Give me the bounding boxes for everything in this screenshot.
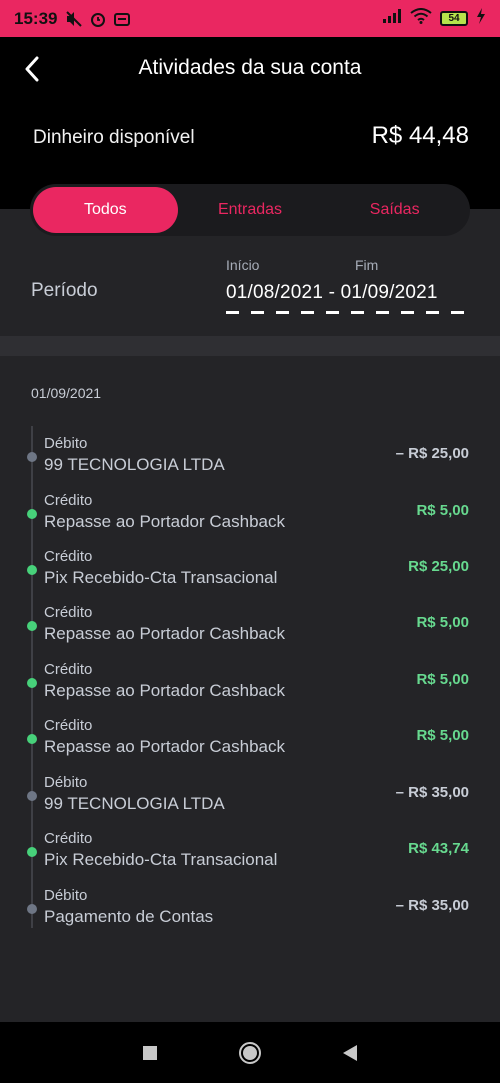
app-screen: 15:39 54 Atividades da sua conta Dinheir…: [0, 0, 500, 1083]
page-title: Atividades da sua conta: [138, 56, 362, 79]
credit-dot-icon: [27, 678, 37, 688]
credit-dot-icon: [27, 734, 37, 744]
alarm-icon: [89, 10, 107, 28]
period-label: Período: [31, 280, 98, 301]
transaction-item[interactable]: Crédito Repasse ao Portador Cashback R$ …: [0, 661, 500, 717]
transaction-amount: R$ 43,74: [408, 840, 469, 857]
transaction-type: Crédito: [44, 604, 93, 621]
transaction-item[interactable]: Crédito Repasse ao Portador Cashback R$ …: [0, 717, 500, 773]
transaction-type: Débito: [44, 435, 88, 452]
wifi-icon: [410, 8, 432, 29]
date-range-underline: [226, 311, 468, 314]
transaction-item[interactable]: Débito 99 TECNOLOGIA LTDA – R$ 35,00: [0, 774, 500, 830]
credit-dot-icon: [27, 565, 37, 575]
notification-icon: [113, 10, 131, 28]
end-date-label: Fim: [355, 257, 379, 273]
transaction-item[interactable]: Crédito Repasse ao Portador Cashback R$ …: [0, 492, 500, 548]
transaction-description: 99 TECNOLOGIA LTDA: [44, 794, 225, 813]
transaction-item[interactable]: Crédito Repasse ao Portador Cashback R$ …: [0, 604, 500, 660]
transaction-amount: R$ 5,00: [416, 671, 469, 688]
transaction-type: Crédito: [44, 548, 93, 565]
start-date-label: Início: [226, 257, 260, 273]
back-nav-button[interactable]: [335, 1038, 365, 1068]
transaction-type: Crédito: [44, 830, 93, 847]
divider: [0, 336, 500, 356]
status-bar: 15:39 54: [0, 0, 500, 37]
transaction-type: Débito: [44, 887, 88, 904]
debit-dot-icon: [27, 791, 37, 801]
transaction-type: Crédito: [44, 717, 93, 734]
tab-todos[interactable]: Todos: [33, 187, 178, 233]
transaction-type: Crédito: [44, 492, 93, 509]
day-header: 01/09/2021: [31, 385, 102, 401]
balance-value: R$ 44,48: [371, 122, 469, 149]
transaction-description: Pix Recebido-Cta Transacional: [44, 568, 278, 587]
debit-dot-icon: [27, 904, 37, 914]
transaction-item[interactable]: Crédito Pix Recebido-Cta Transacional R$…: [0, 548, 500, 604]
transaction-amount: R$ 5,00: [416, 727, 469, 744]
transaction-description: Repasse ao Portador Cashback: [44, 512, 285, 531]
transaction-type: Crédito: [44, 661, 93, 678]
home-button[interactable]: [235, 1038, 265, 1068]
transaction-description: 99 TECNOLOGIA LTDA: [44, 455, 225, 474]
credit-dot-icon: [27, 509, 37, 519]
home-icon: [239, 1041, 261, 1064]
transaction-description: Pagamento de Contas: [44, 907, 214, 926]
transaction-amount: – R$ 35,00: [395, 897, 469, 914]
date-range-field[interactable]: 01/08/2021 - 01/09/2021: [226, 282, 438, 304]
transaction-item[interactable]: Débito Pagamento de Contas – R$ 35,00: [0, 887, 500, 943]
tab-bar: Todos Entradas Saídas: [30, 184, 470, 236]
recent-apps-icon: [143, 1045, 157, 1060]
transaction-description: Pix Recebido-Cta Transacional: [44, 850, 278, 869]
back-icon: [343, 1044, 357, 1061]
battery-icon: 54: [440, 11, 468, 26]
signal-icon: [382, 8, 402, 29]
credit-dot-icon: [27, 621, 37, 631]
transactions-panel: 01/09/2021 Débito 99 TECNOLOGIA LTDA – R…: [0, 356, 500, 1022]
recent-apps-button[interactable]: [135, 1038, 165, 1068]
transaction-amount: – R$ 25,00: [395, 445, 469, 462]
transaction-amount: R$ 5,00: [416, 614, 469, 631]
balance-label: Dinheiro disponível: [33, 127, 195, 148]
transaction-amount: – R$ 35,00: [395, 784, 469, 801]
mute-icon: [65, 10, 83, 28]
transaction-description: Repasse ao Portador Cashback: [44, 737, 285, 756]
credit-dot-icon: [27, 847, 37, 857]
charging-icon: [476, 8, 486, 29]
transaction-item[interactable]: Débito 99 TECNOLOGIA LTDA – R$ 25,00: [0, 435, 500, 491]
transaction-description: Repasse ao Portador Cashback: [44, 681, 285, 700]
transaction-amount: R$ 5,00: [416, 502, 469, 519]
transaction-description: Repasse ao Portador Cashback: [44, 624, 285, 643]
transaction-item[interactable]: Crédito Pix Recebido-Cta Transacional R$…: [0, 830, 500, 886]
status-time: 15:39: [14, 8, 58, 28]
tab-saidas[interactable]: Saídas: [322, 187, 467, 233]
tab-entradas[interactable]: Entradas: [178, 187, 323, 233]
system-nav-bar: [0, 1022, 500, 1083]
transaction-type: Débito: [44, 774, 88, 791]
debit-dot-icon: [27, 452, 37, 462]
transaction-amount: R$ 25,00: [408, 558, 469, 575]
